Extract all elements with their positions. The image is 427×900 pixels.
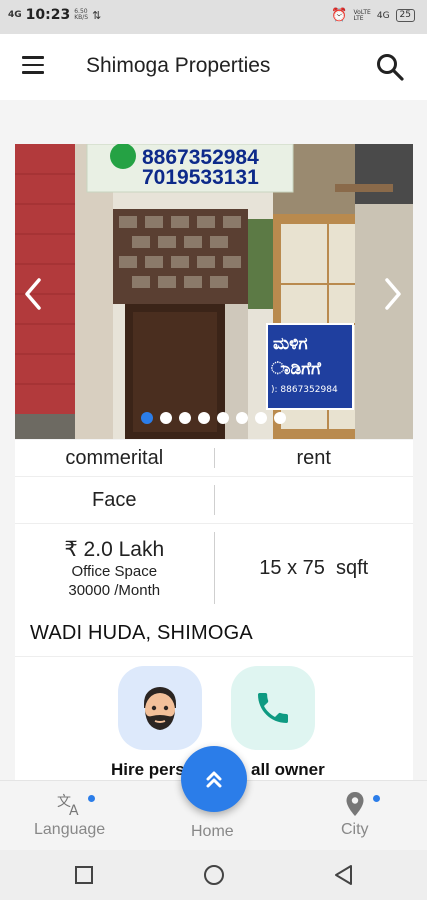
network-speed: 6.50 KB/S (74, 8, 89, 21)
board-phone: ): 8867352984 (271, 385, 338, 395)
nav-city-label: City (341, 821, 369, 838)
man-avatar-icon (144, 687, 176, 730)
nav-city[interactable]: City (341, 791, 369, 839)
battery-indicator: 25 (395, 9, 415, 22)
category-row: commerital rent (15, 440, 413, 477)
property-photo: 8867352984 7019533131 ಮಳಿಗ ಾಡಿಗೆಗೆ ): 88… (15, 144, 413, 439)
price-size-row: ₹ 2.0 Lakh Office Space 30000 /Month 15 … (15, 524, 413, 613)
app-bar: Shimoga Properties (0, 34, 427, 100)
board-line-2: ಾಡಿಗೆಗೆ (271, 359, 322, 379)
network-type: 4G (376, 10, 390, 21)
carousel-dot[interactable] (179, 412, 191, 424)
recents-square-icon[interactable] (73, 864, 95, 886)
property-details: commerital rent Face ₹ 2.0 Lakh Office S… (15, 440, 413, 613)
location-pin-icon (346, 792, 364, 816)
hamburger-menu-icon[interactable] (22, 56, 44, 76)
back-triangle-icon[interactable] (333, 864, 355, 886)
translate-icon: 文 A (57, 794, 79, 817)
price-block: ₹ 2.0 Lakh Office Space 30000 /Month (15, 537, 214, 600)
hire-person-button[interactable] (118, 666, 202, 750)
carousel-page-indicator (141, 412, 286, 424)
property-size: 15 x 75 sqft (259, 556, 369, 579)
location-text: WADI HUDA, SHIMOGA (30, 622, 253, 644)
nav-home[interactable]: Home (191, 819, 234, 841)
clock: 10:23 (25, 7, 71, 23)
system-navigation-bar (0, 850, 427, 900)
volte-indicator: VoLTE LTE (353, 8, 371, 22)
language-badge (88, 795, 95, 802)
svg-text:A: A (69, 803, 79, 817)
price: ₹ 2.0 Lakh (64, 537, 165, 561)
signal-indicator: 4G (8, 10, 22, 20)
city-badge (373, 795, 380, 802)
next-image-arrow-icon[interactable] (377, 276, 407, 312)
phone-icon (258, 693, 288, 723)
listing-type: rent (296, 446, 331, 469)
carousel-dot[interactable] (255, 412, 267, 424)
nav-home-label: Home (191, 823, 234, 840)
property-image-carousel[interactable]: 8867352984 7019533131 ಮಳಿಗ ಾಡಿಗೆಗೆ ): 88… (15, 144, 413, 439)
location-row: WADI HUDA, SHIMOGA (15, 612, 413, 657)
app-title: Shimoga Properties (86, 54, 271, 77)
carousel-dot[interactable] (160, 412, 172, 424)
status-bar: 4G 10:23 6.50 KB/S ⇅ ⏰ VoLTE LTE 4G 25 (0, 0, 427, 34)
facing-label: Face (92, 488, 137, 511)
board-line-1: ಮಳಿಗ (273, 334, 308, 354)
home-circle-icon[interactable] (203, 864, 225, 886)
call-owner-button[interactable] (231, 666, 315, 750)
search-icon[interactable] (375, 52, 405, 82)
carousel-dot[interactable] (198, 412, 210, 424)
facing-row: Face (15, 477, 413, 524)
sign-phone-2: 7019533131 (142, 166, 259, 189)
double-chevron-up-icon (206, 771, 222, 788)
nav-language-label: Language (34, 821, 106, 838)
scroll-up-fab[interactable] (181, 746, 247, 812)
notification-icon: ⇅ (92, 8, 102, 22)
alarm-icon: ⏰ (331, 8, 348, 23)
previous-image-arrow-icon[interactable] (19, 276, 49, 312)
carousel-dot[interactable] (141, 412, 153, 424)
property-category: commerital (65, 446, 164, 469)
carousel-dot[interactable] (274, 412, 286, 424)
carousel-dot[interactable] (217, 412, 229, 424)
call-owner-label[interactable]: all owner (251, 760, 325, 780)
hire-person-label[interactable]: Hire pers (111, 760, 185, 780)
monthly-rent: 30000 /Month (68, 581, 161, 599)
property-type: Office Space (71, 562, 158, 580)
carousel-dot[interactable] (236, 412, 248, 424)
